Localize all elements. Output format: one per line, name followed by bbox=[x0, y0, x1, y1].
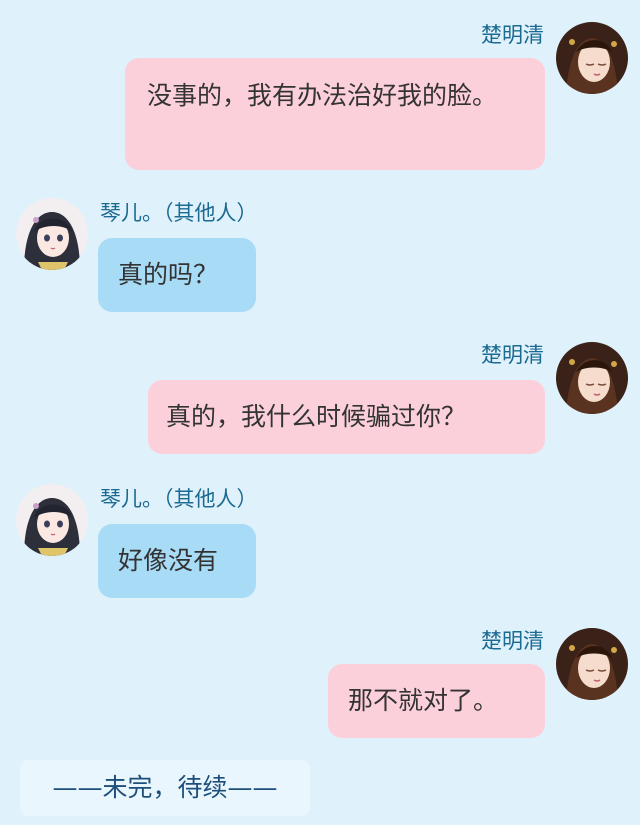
avatar-chu-mingqing[interactable] bbox=[556, 342, 628, 414]
avatar-chu-mingqing[interactable] bbox=[556, 628, 628, 700]
speaker-name: 楚明清 bbox=[481, 23, 544, 47]
speaker-name: 楚明清 bbox=[481, 343, 544, 367]
to-be-continued-label: ——未完，待续—— bbox=[20, 760, 310, 816]
speaker-name: 楚明清 bbox=[481, 629, 544, 653]
message-bubble[interactable]: 真的吗？ bbox=[98, 238, 256, 312]
speaker-name: 琴儿。（其他人） bbox=[100, 201, 258, 225]
message-bubble[interactable]: 那不就对了。 bbox=[328, 664, 545, 738]
avatar-qin-er[interactable] bbox=[16, 484, 88, 556]
message-bubble[interactable]: 好像没有 bbox=[98, 524, 256, 598]
speaker-name: 琴儿。（其他人） bbox=[100, 487, 258, 511]
message-bubble[interactable]: 没事的，我有办法治好我的脸。 bbox=[125, 58, 545, 170]
avatar-chu-mingqing[interactable] bbox=[556, 22, 628, 94]
avatar-qin-er[interactable] bbox=[16, 198, 88, 270]
message-bubble[interactable]: 真的，我什么时候骗过你？ bbox=[148, 380, 545, 454]
